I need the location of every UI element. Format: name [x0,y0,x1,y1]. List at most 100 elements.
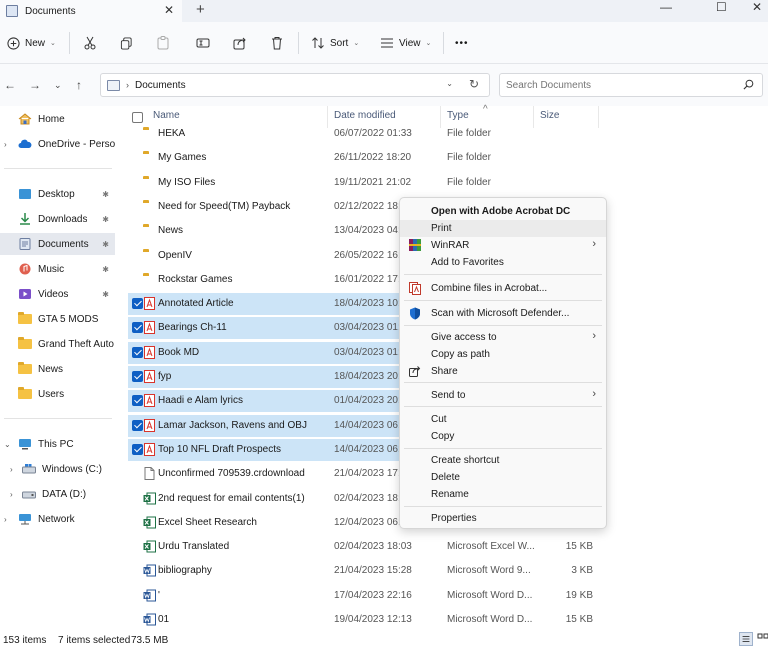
sidebar-item-this-pc[interactable]: This PC [0,433,115,455]
recent-locations-button[interactable]: ⌄ [54,80,62,91]
file-date-modified: 01/04/2023 20:3 [334,395,407,407]
menu-item-scan-defender[interactable]: Scan with Microsoft Defender... [400,305,606,322]
maximize-button[interactable]: ☐ [716,0,727,14]
menu-item-cut[interactable]: Cut [400,411,606,428]
menu-item-copy[interactable]: Copy [400,428,606,445]
menu-item-combine-files[interactable]: Combine files in Acrobat... [400,280,606,297]
new-tab-button[interactable]: + [196,1,205,18]
sidebar-item-data-d[interactable]: DATA (D:) [0,483,115,505]
address-bar[interactable]: › Documents ⌄ ↻ [100,73,490,97]
sidebar-item-onedrive[interactable]: OneDrive - Persona [0,133,115,155]
column-header-date[interactable]: Date modified [334,110,396,121]
row-checkbox[interactable] [132,298,143,310]
file-size: 19 KB [565,589,593,601]
refresh-icon[interactable]: ↻ [469,77,479,91]
back-button[interactable]: ← [4,78,16,92]
sidebar-item-news[interactable]: News [0,358,115,380]
file-row[interactable]: Urdu Translated 02/04/2023 18:03 Microsoft… [128,536,600,558]
row-checkbox[interactable] [132,322,143,334]
tab-documents[interactable]: Documents ✕ [0,0,182,22]
menu-item-label: Properties [431,513,477,524]
file-date-modified: 19/04/2023 12:13 [334,614,412,625]
file-type: Microsoft Excel W... [447,541,535,553]
menu-item-print[interactable]: Print [400,220,606,237]
file-name: fyp [158,371,172,382]
sidebar-item-users[interactable]: Users [0,383,115,405]
tab-close-icon[interactable]: ✕ [164,3,174,17]
file-row[interactable]: bibliography 21/04/2023 15:28 Microsoft Wo… [128,560,600,582]
file-row[interactable]: HEKA 06/07/2022 01:33 File folder [128,123,600,145]
copy-button[interactable] [120,22,133,64]
search-box[interactable] [499,73,763,97]
delete-button[interactable] [271,22,283,64]
row-checkbox[interactable] [132,346,143,358]
menu-item-open-with-acrobat[interactable]: Open with Adobe Acrobat DC [400,203,606,220]
sidebar-item-network[interactable]: Network [0,508,115,530]
more-options-button[interactable]: ••• [455,22,469,64]
menu-item-add-to-favorites[interactable]: Add to Favorites [400,254,606,271]
menu-item-create-shortcut[interactable]: Create shortcut [400,452,606,469]
file-row[interactable]: 01 19/04/2023 12:13 Microsoft Word D... 15 … [128,609,600,631]
file-name: My Games [158,152,207,164]
file-row[interactable]: My Games 26/11/2022 18:20 File folder [128,147,600,169]
new-button[interactable]: New ⌄ [7,22,56,64]
rename-button[interactable] [196,22,210,64]
address-dropdown-icon[interactable]: ⌄ [446,79,453,88]
forward-button[interactable]: → [29,78,41,92]
pdf-file-icon [144,321,155,335]
word-file-icon [143,564,156,577]
sidebar-item-desktop[interactable]: Desktop ✱ [0,183,115,205]
details-view-icon[interactable] [739,632,753,646]
minimize-button[interactable]: — [660,0,672,14]
file-type: Microsoft Word 9... [447,565,531,577]
file-row[interactable]: My ISO Files 19/11/2021 21:02 File folder [128,172,600,194]
tiles-view-icon[interactable] [756,632,768,646]
folder-icon [107,79,120,91]
column-header-type[interactable]: Type [447,110,469,121]
menu-item-share[interactable]: Share [400,363,606,380]
search-icon[interactable] [743,79,754,90]
share-button[interactable] [233,22,247,64]
cut-button[interactable] [83,22,97,64]
menu-item-rename[interactable]: Rename [400,486,606,503]
search-input[interactable] [506,74,726,96]
menu-item-winrar[interactable]: WinRAR › [400,237,606,254]
sidebar-item-downloads[interactable]: Downloads ✱ [0,208,115,230]
column-header-name[interactable]: Name [153,110,180,121]
sidebar-item-gtav[interactable]: Grand Theft Auto V [0,333,115,355]
menu-item-copy-as-path[interactable]: Copy as path [400,346,606,363]
cut-icon [84,36,96,50]
sidebar-item-gta5mods[interactable]: GTA 5 MODS [0,308,115,330]
row-checkbox[interactable] [132,371,143,382]
select-all-checkbox[interactable] [132,112,143,123]
sidebar-item-videos[interactable]: Videos ✱ [0,283,115,305]
sidebar-item-documents[interactable]: Documents ✱ [0,233,115,255]
sidebar-item-home[interactable]: Home [0,108,115,130]
breadcrumb-documents[interactable]: Documents [135,80,186,91]
column-header-size[interactable]: Size [540,110,559,121]
paste-button[interactable] [157,22,169,64]
view-button[interactable]: View ⌄ [380,22,431,64]
menu-item-label: Cut [431,414,447,425]
menu-item-give-access[interactable]: Give access to › [400,329,606,346]
sidebar-divider [4,168,112,169]
menu-separator [404,274,602,275]
up-button[interactable]: ↑ [76,78,82,92]
row-checkbox[interactable] [132,443,143,455]
close-window-button[interactable]: ✕ [752,0,762,14]
menu-item-properties[interactable]: Properties [400,510,606,527]
file-name: bibliography [158,565,212,577]
file-date-modified: 13/04/2023 04:4 [334,225,407,237]
sidebar-item-music[interactable]: Music ✱ [0,258,115,280]
file-row[interactable]: ' 17/04/2023 22:16 Microsoft Word D... 19 K… [128,585,600,607]
row-checkbox[interactable] [132,419,143,431]
sidebar-item-windows-c[interactable]: Windows (C:) [0,458,115,480]
menu-item-send-to[interactable]: Send to › [400,387,606,404]
file-name: My ISO Files [158,176,216,188]
sidebar-item-label: This PC [38,438,74,450]
sidebar-item-label: Desktop [38,188,75,200]
row-checkbox[interactable] [132,395,143,407]
sort-button[interactable]: Sort ⌄ [311,22,359,64]
menu-item-delete[interactable]: Delete [400,469,606,486]
toolbar-divider [443,32,444,54]
